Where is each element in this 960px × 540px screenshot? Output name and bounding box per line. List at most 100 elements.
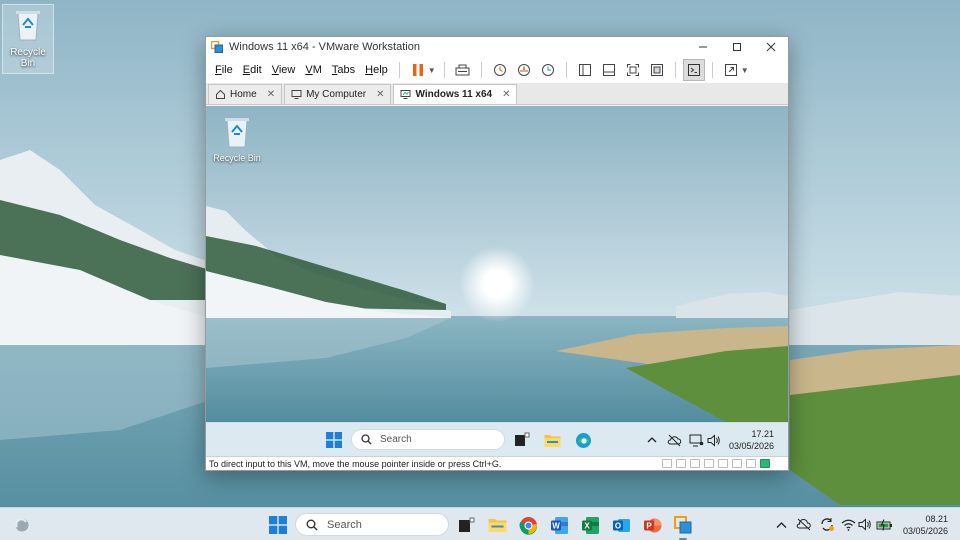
menu-view[interactable]: View [267,64,301,76]
vm-messages-icon[interactable] [760,459,770,468]
guest-volume-control[interactable] [706,432,722,448]
edge-icon [575,432,591,448]
speaker-icon [707,433,720,447]
vm-icon [400,90,411,99]
tab-close-icon[interactable]: ✕ [267,89,275,100]
host-file-explorer-button[interactable] [486,514,508,536]
menu-tabs[interactable]: Tabs [327,64,360,76]
console-view-button[interactable] [682,59,705,81]
tab-my-computer[interactable]: My Computer ✕ [284,84,392,104]
guest-display[interactable]: Recycle Bin Search 17.21 03/05/2026 [206,106,788,456]
minimize-button[interactable] [686,37,720,57]
tab-close-icon[interactable]: ✕ [502,89,510,100]
host-task-view-button[interactable] [455,514,477,536]
show-thumbnail-bar-button[interactable] [598,59,620,81]
sound-card-icon[interactable] [718,459,728,468]
host-battery-status[interactable] [876,516,893,533]
host-outlook-button[interactable]: O [610,514,632,536]
menu-edit[interactable]: Edit [238,64,267,76]
host-tray-overflow-button[interactable] [773,516,790,533]
network-adapter-icon[interactable] [690,459,700,468]
close-icon [766,42,776,52]
monitor-icon [291,90,302,99]
display-icon[interactable] [746,459,756,468]
tab-my-computer-label: My Computer [306,89,367,100]
guest-tray-overflow-button[interactable] [644,432,660,448]
guest-search-placeholder: Search [380,434,412,445]
host-excel-button[interactable]: X [579,514,601,536]
snapshot-manager-button[interactable] [537,59,559,81]
tab-home[interactable]: Home ✕ [208,84,283,104]
tab-close-icon[interactable]: ✕ [376,89,384,100]
host-wifi-status[interactable] [840,516,857,533]
weather-widget[interactable] [11,514,33,536]
guest-display-status[interactable] [688,432,704,448]
sync-icon [820,518,834,531]
maximize-button[interactable] [720,37,754,57]
svg-text:W: W [552,521,560,530]
stretch-dropdown-arrow[interactable]: ▼ [741,66,749,75]
suspend-button[interactable] [407,59,429,81]
take-snapshot-button[interactable] [489,59,511,81]
title-bar[interactable]: Windows 11 x64 - VMware Workstation [206,37,788,57]
toolbar-separator [711,62,713,78]
menu-vm[interactable]: VM [300,64,327,76]
cloud-offline-icon [796,518,811,531]
console-icon [687,64,700,76]
guest-edge-button[interactable] [573,430,593,450]
host-recycle-bin[interactable]: Recycle Bin [2,4,54,74]
tab-windows-11-x64[interactable]: Windows 11 x64 ✕ [393,84,518,104]
hard-disk-icon[interactable] [662,459,672,468]
stretch-guest-button[interactable] [720,59,742,81]
toolbar-separator [398,62,400,78]
menu-help[interactable]: Help [360,64,393,76]
unity-icon [650,64,663,76]
menu-file[interactable]: File [210,64,238,76]
host-vmware-button[interactable] [672,514,694,540]
snapshot-manager-icon [541,64,554,76]
host-start-button[interactable] [267,514,289,536]
host-volume-control[interactable] [857,516,874,533]
close-button[interactable] [754,37,788,57]
host-onedrive-status[interactable] [795,516,812,533]
library-panel-icon [578,64,591,76]
vmware-icon [674,516,692,534]
revert-snapshot-button[interactable] [513,59,535,81]
full-screen-button[interactable] [622,59,644,81]
weather-icon [15,518,29,532]
guest-clock[interactable]: 17.21 03/05/2026 [729,428,774,452]
host-word-button[interactable]: W [548,514,570,536]
host-powerpoint-button[interactable]: P [641,514,663,536]
vmware-window[interactable]: Windows 11 x64 - VMware Workstation File… [205,36,789,471]
guest-task-view-button[interactable] [512,430,532,450]
send-ctrl-alt-del-button[interactable] [452,59,474,81]
cd-dvd-icon[interactable] [676,459,686,468]
file-explorer-icon [488,519,506,532]
guest-search-box[interactable]: Search [351,429,505,450]
printer-icon[interactable] [732,459,742,468]
show-library-button[interactable] [574,59,596,81]
host-search-box[interactable]: Search [295,513,449,536]
resize-grip-icon [774,459,784,468]
guest-recycle-bin[interactable]: Recycle Bin [210,114,264,163]
tab-home-label: Home [230,89,257,100]
guest-start-button[interactable] [324,430,344,450]
tab-windows-11-x64-label: Windows 11 x64 [415,89,493,100]
guest-file-explorer-button[interactable] [542,430,562,450]
home-icon [216,89,225,99]
maximize-icon [733,43,741,51]
host-clock[interactable]: 08.21 03/05/2026 [903,513,948,537]
host-chrome-button[interactable] [517,514,539,536]
cloud-offline-icon [667,434,681,446]
thumbnail-bar-icon [602,64,615,76]
unity-button[interactable] [646,59,668,81]
chevron-up-icon [647,437,657,443]
guest-network-status[interactable] [666,432,682,448]
usb-controller-icon[interactable] [704,459,714,468]
guest-time: 17.21 [751,429,774,439]
windows-start-icon [269,516,287,534]
power-dropdown-arrow[interactable]: ▼ [428,66,436,75]
host-sync-status[interactable] [818,516,835,533]
windows-start-icon [326,432,342,448]
chrome-icon [519,516,537,535]
